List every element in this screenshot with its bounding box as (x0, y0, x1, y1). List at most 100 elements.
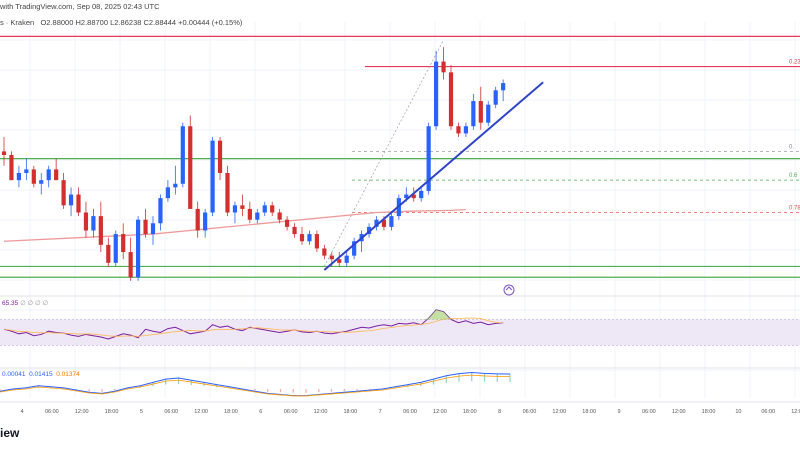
candle-body (419, 190, 424, 199)
time-axis-label: 06:00 (761, 409, 775, 415)
candle-body (232, 205, 238, 213)
candle-body (448, 72, 454, 127)
candle-body (165, 187, 170, 199)
candle-body (486, 104, 491, 123)
candle-body (83, 212, 89, 231)
candle-body (434, 61, 439, 127)
candle-body (136, 219, 141, 278)
candle-body (270, 205, 275, 213)
macd-histogram-bar (318, 389, 320, 393)
rsi-legend-dots: ∅ ∅ ∅ ∅ (20, 300, 49, 307)
macd-histogram-bar (177, 378, 180, 384)
candle-body (68, 194, 74, 206)
time-axis-label: 12:00 (791, 409, 800, 415)
candle-body (91, 216, 96, 231)
candle-body (173, 183, 178, 188)
price-chart[interactable]: 0.23 0. 0.6 0.78 4 06:00 12:00 18:00 5 06:00 12:00… (0, 0, 800, 450)
candle-body (54, 169, 59, 181)
time-axis-label: 12:00 (672, 409, 686, 415)
candle-body (329, 255, 334, 260)
candle-body (478, 101, 483, 123)
candle-body (16, 172, 21, 181)
macd-histogram-bar (496, 373, 498, 382)
rsi-legend-value: 65.35 (2, 300, 19, 307)
candle-body (299, 234, 305, 242)
time-axis-label: 06:00 (642, 409, 656, 415)
candle-body (255, 212, 260, 220)
candle-body (262, 205, 267, 213)
candle-body (225, 172, 230, 213)
tradingview-logo-fragment: iew (0, 426, 20, 440)
macd-histogram-bar (509, 374, 511, 383)
time-axis-label: 10 (735, 409, 741, 415)
candle-body (493, 90, 498, 105)
candle-body (203, 212, 208, 231)
ohlc-change: +0.00444 (+0.15%) (178, 18, 243, 27)
candle-body (121, 234, 126, 253)
candle-body (76, 194, 81, 213)
candle-body (307, 234, 312, 242)
time-axis-label: 4 (20, 409, 23, 415)
macd-histogram-bar (305, 389, 307, 393)
macd-histogram-bar (330, 389, 333, 392)
candle-body (39, 180, 44, 184)
macd-legend-value-3: 0.01374 (56, 371, 80, 378)
header-pair: s · Kraken (0, 18, 35, 27)
macd-histogram-bar (254, 389, 256, 391)
time-axis-label: 06:00 (164, 409, 178, 415)
candle-body (285, 219, 290, 227)
chart-stage[interactable]: 0.23 0. 0.6 0.78 4 06:00 12:00 18:00 5 06:00 12:00… (0, 0, 800, 450)
macd-histogram-bar (458, 373, 460, 382)
macd-legend: 0.00041 0.01415 0.01374 (2, 371, 80, 378)
time-axis-label: 12:00 (314, 409, 328, 415)
candle-body (277, 212, 282, 220)
ohlc-high: H2.88700 (75, 18, 109, 27)
time-axis-label: 18:00 (463, 409, 477, 415)
candle-body (150, 223, 156, 235)
fib-label: 0.23 (789, 60, 800, 66)
macd-legend-value-2: 0.01415 (29, 371, 53, 378)
candle-body (9, 155, 14, 181)
candle-body (314, 234, 319, 249)
candle-body (24, 169, 29, 173)
macd-histogram-bar (279, 389, 282, 393)
rsi-legend: 65.35 ∅ ∅ ∅ ∅ (2, 299, 48, 307)
candle-body (143, 219, 148, 235)
ohlc-open: O2.88000 (40, 18, 74, 27)
time-axis-label: 6 (259, 409, 262, 415)
macd-histogram-bar (432, 379, 435, 385)
macd-histogram-bar (292, 389, 294, 393)
candle-body (188, 126, 193, 209)
time-axis-label: 06:00 (403, 409, 417, 415)
macd-legend-value-1: 0.00041 (2, 371, 26, 378)
alert-icon-glyph (505, 286, 513, 291)
chart-header: with TradingView.com, Sep 08, 2025 02:43… (0, 2, 800, 27)
candle-body (344, 255, 349, 263)
candles (1, 47, 506, 281)
header-source-text: with TradingView.com, Sep 08, 2025 02:43… (0, 2, 160, 11)
time-axis-label: 12:00 (75, 409, 89, 415)
time-axis-label: 18:00 (582, 409, 596, 415)
macd-histogram-bar (165, 379, 167, 385)
time-axis-label: 9 (617, 409, 620, 415)
candle-body (158, 198, 163, 224)
time-axis-label: 7 (379, 409, 382, 415)
alert-icon (503, 284, 515, 296)
candle-body (240, 205, 245, 209)
candle-body (501, 83, 506, 91)
candle-body (31, 169, 36, 184)
time-axis-label: 06:00 (45, 409, 59, 415)
time-axis-label: 18:00 (343, 409, 357, 415)
time-axis-label: 18:00 (702, 409, 716, 415)
candle-body (463, 126, 468, 134)
bullish-trendline (323, 81, 544, 271)
candle-body (456, 126, 461, 134)
candle-body (113, 234, 118, 263)
time-axis-label: 12:00 (433, 409, 447, 415)
time-axis-label: 18:00 (224, 409, 238, 415)
candle-body (322, 248, 327, 256)
macd-histogram-bar (101, 389, 103, 392)
time-axis-label: 8 (498, 409, 501, 415)
macd-histogram-bar (88, 389, 90, 392)
candle-body (441, 61, 446, 73)
